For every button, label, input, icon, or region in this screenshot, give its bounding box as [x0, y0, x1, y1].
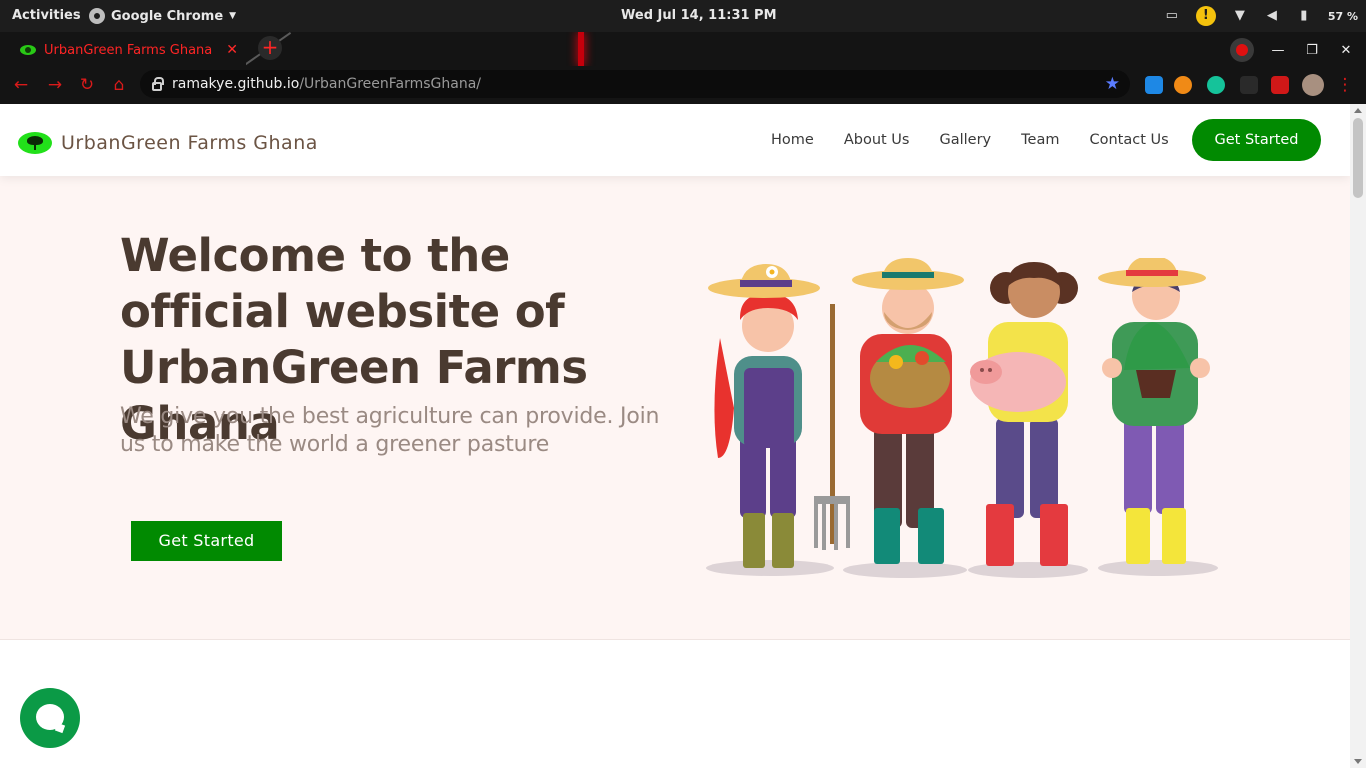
- main-nav: Home About Us Gallery Team Contact Us: [771, 132, 1169, 148]
- theme-decoration: [578, 32, 584, 66]
- puzzle-icon[interactable]: [1271, 76, 1289, 94]
- extension-key-icon[interactable]: [1174, 76, 1192, 94]
- nav-contact-us[interactable]: Contact Us: [1089, 132, 1168, 148]
- battery-percent: 57 %: [1327, 9, 1358, 23]
- chat-widget-button[interactable]: [20, 688, 80, 748]
- chrome-icon: [89, 8, 105, 24]
- url-host: ramakye.github.io: [172, 76, 300, 92]
- page-scrollbar[interactable]: [1350, 104, 1366, 768]
- window-controls: — ❐ ✕: [1230, 38, 1356, 62]
- home-icon[interactable]: ⌂: [108, 74, 130, 96]
- site-header: UrbanGreen Farms Ghana Home About Us Gal…: [0, 104, 1350, 176]
- maximize-icon[interactable]: ❐: [1302, 43, 1322, 58]
- address-bar[interactable]: ramakye.github.io/UrbanGreenFarmsGhana/ …: [140, 70, 1130, 98]
- menu-dots-icon[interactable]: ⋮: [1334, 74, 1356, 96]
- app-name: Google Chrome: [111, 8, 224, 24]
- farmers-illustration: [706, 258, 1218, 578]
- screen-icon[interactable]: ▭: [1164, 9, 1180, 23]
- system-tray[interactable]: ▭ ! ▼ ◀ ▮ 57 %: [1164, 6, 1358, 26]
- nav-about-us[interactable]: About Us: [844, 132, 910, 148]
- scrollbar-thumb[interactable]: [1353, 118, 1363, 198]
- reload-icon[interactable]: ↻: [76, 74, 98, 96]
- scroll-up-icon[interactable]: [1354, 108, 1362, 113]
- back-icon[interactable]: ←: [10, 74, 32, 96]
- scroll-down-icon[interactable]: [1354, 759, 1362, 764]
- favicon-icon: [20, 45, 36, 55]
- extension-icon[interactable]: [1240, 76, 1258, 94]
- site-logo[interactable]: UrbanGreen Farms Ghana: [18, 132, 318, 154]
- web-page: UrbanGreen Farms Ghana Home About Us Gal…: [0, 104, 1350, 768]
- brand-name: UrbanGreen Farms Ghana: [61, 132, 318, 154]
- battery-icon: ▮: [1300, 8, 1308, 23]
- tree-logo-icon: [18, 132, 52, 154]
- close-tab-icon[interactable]: ✕: [226, 42, 238, 58]
- minimize-icon[interactable]: —: [1268, 43, 1288, 58]
- browser-tab[interactable]: UrbanGreen Farms Ghana ✕: [8, 34, 246, 66]
- nav-team[interactable]: Team: [1021, 132, 1059, 148]
- bookmark-star-icon[interactable]: ★: [1105, 74, 1120, 94]
- profile-avatar[interactable]: [1302, 74, 1324, 96]
- forward-icon[interactable]: →: [44, 74, 66, 96]
- tab-title: UrbanGreen Farms Ghana: [44, 42, 213, 58]
- activities-button[interactable]: Activities: [12, 8, 81, 23]
- lock-icon[interactable]: [152, 76, 164, 91]
- tab-strip: UrbanGreen Farms Ghana ✕ + — ❐ ✕: [0, 32, 1366, 66]
- hero-section: Welcome to the official website of Urban…: [0, 176, 1350, 640]
- browser-toolbar: ← → ↻ ⌂ ramakye.github.io/UrbanGreenFarm…: [0, 66, 1366, 104]
- system-clock[interactable]: Wed Jul 14, 11:31 PM: [621, 8, 777, 23]
- caret-down-icon: ▼: [229, 11, 237, 21]
- system-top-bar: Activities Google Chrome ▼ Wed Jul 14, 1…: [0, 0, 1366, 32]
- grammarly-icon[interactable]: [1207, 76, 1225, 94]
- app-menu[interactable]: Google Chrome ▼: [89, 8, 236, 24]
- nav-gallery[interactable]: Gallery: [939, 132, 991, 148]
- url-path: /UrbanGreenFarmsGhana/: [299, 76, 482, 92]
- hero-get-started-button[interactable]: Get Started: [131, 521, 282, 561]
- header-get-started-button[interactable]: Get Started: [1192, 119, 1321, 161]
- volume-icon: ◀: [1266, 8, 1277, 23]
- nav-home[interactable]: Home: [771, 132, 814, 148]
- close-window-icon[interactable]: ✕: [1336, 43, 1356, 58]
- warning-icon[interactable]: !: [1195, 6, 1216, 26]
- new-tab-button[interactable]: +: [258, 36, 282, 60]
- record-icon[interactable]: [1230, 38, 1254, 62]
- extension-icon[interactable]: [1145, 76, 1163, 94]
- wifi-icon: ▼: [1234, 8, 1245, 23]
- hero-subtitle: We give you the best agriculture can pro…: [120, 404, 660, 457]
